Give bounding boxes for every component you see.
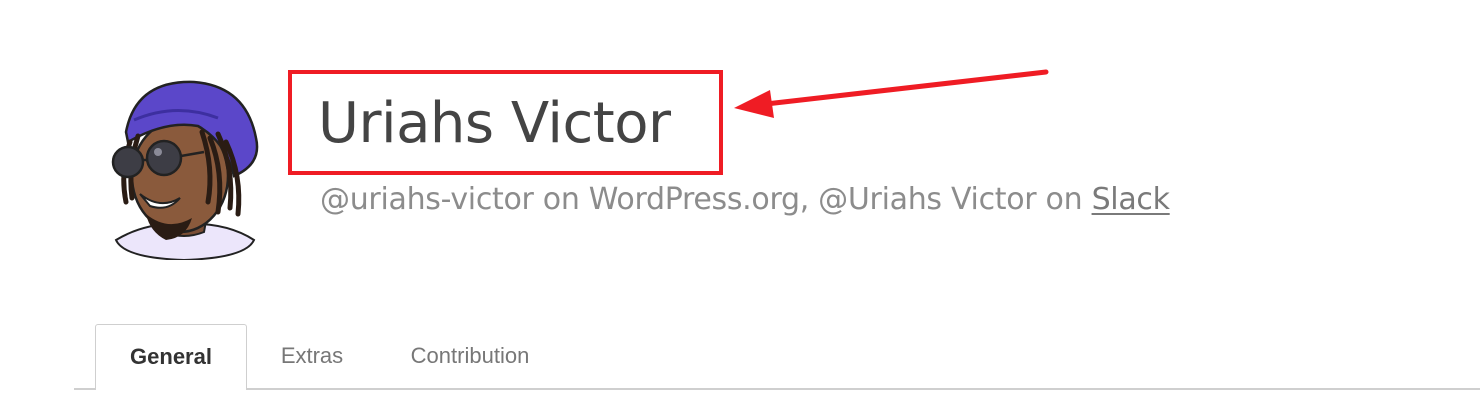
profile-handles: @uriahs-victor on WordPress.org, @Uriahs… (320, 179, 1170, 221)
profile-display-name: Uriahs Victor (318, 91, 671, 156)
tab-extras[interactable]: Extras (260, 324, 364, 388)
profile-handles-text: @uriahs-victor on WordPress.org, @Uriahs… (320, 182, 1092, 217)
profile-avatar (111, 80, 259, 260)
tab-contribution[interactable]: Contribution (392, 324, 548, 388)
slack-link[interactable]: Slack (1092, 182, 1170, 217)
tab-general[interactable]: General (95, 324, 247, 390)
annotation-arrow-icon (734, 69, 1049, 118)
profile-tabs: General Extras Contribution (74, 324, 1480, 390)
